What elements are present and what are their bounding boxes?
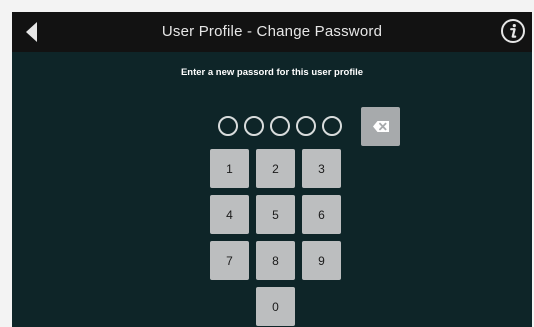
pin-dot: [296, 116, 316, 136]
pin-dot: [322, 116, 342, 136]
pin-dot: [244, 116, 264, 136]
key-3[interactable]: 3: [302, 149, 341, 188]
backspace-icon: [373, 121, 389, 132]
key-2[interactable]: 2: [256, 149, 295, 188]
key-4[interactable]: 4: [210, 195, 249, 234]
key-8[interactable]: 8: [256, 241, 295, 280]
title-bar: User Profile - Change Password: [12, 12, 532, 52]
pin-dot: [270, 116, 290, 136]
key-9[interactable]: 9: [302, 241, 341, 280]
key-5[interactable]: 5: [256, 195, 295, 234]
change-password-screen: User Profile - Change Password Enter a n…: [12, 12, 532, 327]
key-0[interactable]: 0: [256, 287, 295, 326]
key-7[interactable]: 7: [210, 241, 249, 280]
instruction-text: Enter a new passord for this user profil…: [180, 67, 364, 78]
key-6[interactable]: 6: [302, 195, 341, 234]
pin-dot: [218, 116, 238, 136]
page-title: User Profile - Change Password: [161, 23, 383, 40]
info-icon: [501, 19, 525, 43]
backspace-button[interactable]: [361, 107, 400, 146]
key-1[interactable]: 1: [210, 149, 249, 188]
info-button[interactable]: [500, 18, 526, 44]
